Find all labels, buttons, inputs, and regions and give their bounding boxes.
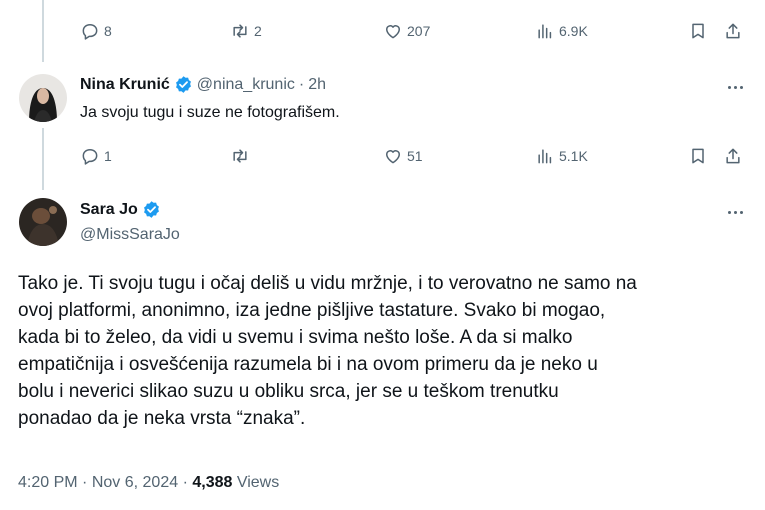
verified-badge-icon — [175, 76, 191, 93]
bookmark-icon — [692, 23, 704, 39]
retweet-icon — [233, 149, 247, 163]
views-count: 4,388 — [192, 474, 233, 491]
retweet-button[interactable] — [230, 144, 254, 168]
views-icon — [538, 149, 552, 164]
reply-button[interactable]: 8 — [80, 19, 112, 43]
share-icon — [726, 23, 740, 39]
like-count: 207 — [407, 23, 431, 39]
thread-line — [42, 0, 44, 62]
bookmark-button[interactable] — [688, 19, 708, 43]
views-button[interactable]: 5.1K — [535, 144, 588, 168]
views-label: Views — [236, 474, 280, 491]
reply-tweet-header: Nina Krunić @nina_krunic · 2h — [80, 75, 326, 94]
share-icon — [726, 148, 740, 164]
share-button[interactable] — [723, 144, 743, 168]
author-name[interactable]: Sara Jo — [80, 201, 138, 219]
author-handle[interactable]: @nina_krunic — [197, 76, 295, 94]
retweet-count: 2 — [254, 23, 262, 39]
author-handle[interactable]: @MissSaraJo — [80, 226, 180, 244]
reply-count: 1 — [104, 148, 112, 164]
main-tweet-header: Sara Jo — [80, 200, 161, 219]
like-button[interactable]: 51 — [383, 144, 423, 168]
reply-button[interactable]: 1 — [80, 144, 112, 168]
tweet-time[interactable]: 4:20 PM — [18, 474, 78, 491]
tweet-meta: 4:20 PM · Nov 6, 2024 · 4,388 Views — [18, 474, 279, 492]
tweet-time[interactable]: 2h — [308, 76, 326, 94]
author-name[interactable]: Nina Krunić — [80, 76, 170, 94]
tweet-text-line: bolu i neverici slikao suzu u obliku src… — [18, 381, 559, 402]
reply-tweet-text: Ja svoju tugu i suze ne fotografišem. — [80, 104, 340, 121]
tweet-text-line: empatičnija i osvešćenija razumela bi i … — [18, 354, 598, 375]
verified-badge-icon — [143, 201, 159, 218]
tweet-text-line: kada bi to želeo, da vidi u svemu i svim… — [18, 327, 573, 348]
main-tweet-text: Tako je. Ti svoju tugu i očaj deliš u vi… — [18, 270, 753, 432]
heart-icon — [386, 150, 400, 164]
separator-dot: · — [298, 75, 305, 93]
views-button[interactable]: 6.9K — [535, 19, 588, 43]
reply-count: 8 — [104, 23, 112, 39]
main-tweet-handle-row: @MissSaraJo — [80, 226, 180, 244]
separator-dot: · — [82, 474, 88, 491]
bookmark-icon — [692, 148, 704, 164]
thread-line — [42, 128, 44, 190]
tweet-text-line: ovoj platformi, anonimno, iza jedne pišl… — [18, 300, 606, 321]
bookmark-button[interactable] — [688, 144, 708, 168]
avatar-nina[interactable] — [19, 74, 67, 122]
tweet-text-line: ponadao da je neka vrsta “znaka”. — [18, 408, 306, 429]
tweet-text-line: Tako je. Ti svoju tugu i očaj deliš u vi… — [18, 273, 637, 294]
reply-tweet-action-bar: 1 51 5.1K — [80, 144, 750, 168]
more-button[interactable] — [723, 75, 747, 99]
like-count: 51 — [407, 148, 423, 164]
reply-icon — [82, 149, 98, 165]
reply-icon — [82, 24, 98, 40]
retweet-button[interactable]: 2 — [230, 19, 262, 43]
share-button[interactable] — [723, 19, 743, 43]
separator-dot: · — [182, 474, 188, 491]
retweet-icon — [233, 24, 247, 38]
views-count: 5.1K — [559, 148, 588, 164]
views-icon — [538, 24, 552, 39]
like-button[interactable]: 207 — [383, 19, 430, 43]
more-button[interactable] — [723, 200, 747, 224]
prev-tweet-action-bar: 8 2 207 6.9K — [80, 19, 750, 43]
heart-icon — [386, 25, 400, 39]
tweet-date[interactable]: Nov 6, 2024 — [92, 474, 178, 491]
avatar-sara[interactable] — [19, 198, 67, 246]
views-count: 6.9K — [559, 23, 588, 39]
